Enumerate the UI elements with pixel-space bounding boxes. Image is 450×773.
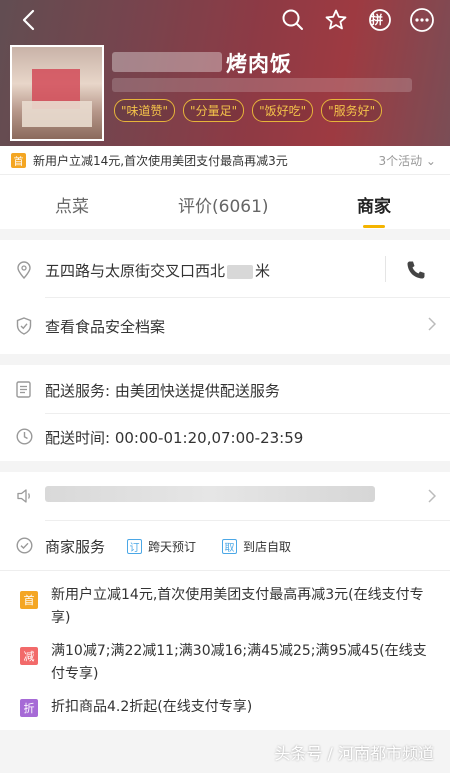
promo-strip[interactable]: 首 新用户立减14元,首次使用美团支付最高再减3元 3个活动 ⌄ [0,146,450,174]
activity-badge: 折 [20,699,38,717]
delivery-time-row: 配送时间: 00:00-01:20,07:00-23:59 [0,413,450,461]
phone-icon[interactable] [406,260,426,284]
address-prefix: 五四路与太原街交叉口西北 [45,262,226,280]
store-name: 烤肉饭 [226,52,292,76]
store-subtitle-redacted [112,78,412,92]
address-text: 五四路与太原街交叉口西北 米 [45,260,270,281]
activity-item: 减 满10减7;满22减11;满30减16;满45减25;满95减45(在线支付… [0,638,450,686]
delivery-time-text: 配送时间: 00:00-01:20,07:00-23:59 [45,429,304,447]
location-pin-icon [16,261,32,283]
delivery-section: 配送服务: 由美团快送提供配送服务 配送时间: 00:00-01:20,07:0… [0,365,450,461]
address-redacted [227,264,254,279]
service-pickup: 取 到店自取 [222,538,291,555]
review-tag: "饭好吃" [252,99,314,122]
back-icon[interactable] [14,6,42,34]
group-order-label: 拼 [371,13,384,27]
service-preorder: 订 跨天预订 [127,538,196,555]
food-safety-row[interactable]: 查看食品安全档案 [0,297,450,354]
chevron-right-icon [428,316,437,335]
activity-badge: 减 [20,647,38,665]
tab-menu[interactable]: 点菜 [55,192,89,217]
merchant-info-section: 商家服务 订 跨天预订 取 到店自取 首 新用户立减14元,首次使用美团支付最高… [0,472,450,730]
activity-text: 新用户立减14元,首次使用美团支付最高再减3元(在线支付专享) [51,587,424,626]
delivery-service-text: 配送服务: 由美团快送提供配送服务 [45,382,280,400]
watermark: 头条号 / 河南都市频道 [274,744,434,763]
activity-badge: 首 [20,591,38,609]
top-bar: 拼 [0,0,450,40]
service-badge: 订 [127,539,142,554]
favorite-star-icon[interactable] [322,6,350,34]
address-row[interactable]: 五四路与太原街交叉口西北 米 [0,240,450,297]
tab-bar: 点菜 评价(6061) 商家 [0,174,450,229]
clock-icon [16,428,33,449]
speaker-icon [16,488,34,508]
service-label: 跨天预订 [148,540,197,554]
row-separator [385,256,386,282]
store-name-redacted [112,52,222,72]
active-tab-indicator [363,225,385,228]
review-tag: "分量足" [183,99,245,122]
more-icon[interactable] [408,6,436,34]
group-order-icon[interactable]: 拼 [366,6,394,34]
document-icon [16,381,31,402]
search-icon[interactable] [279,6,307,34]
review-tag: "味道赞" [114,99,176,122]
store-header: 拼 烤肉饭 "味道赞" "分量足" "饭好吃" "服务好" [0,0,450,146]
promo-badge: 首 [11,153,26,168]
check-circle-icon [16,537,33,558]
announcement-row[interactable] [0,472,450,520]
shield-icon [16,317,32,339]
review-tag: "服务好" [321,99,383,122]
food-safety-text: 查看食品安全档案 [45,318,166,336]
activity-item: 首 新用户立减14元,首次使用美团支付最高再减3元(在线支付专享) [0,582,450,630]
delivery-service-row: 配送服务: 由美团快送提供配送服务 [0,365,450,413]
promo-text: 新用户立减14元,首次使用美团支付最高再减3元 [33,154,288,168]
activity-text: 折扣商品4.2折起(在线支付专享) [51,699,253,715]
tab-reviews[interactable]: 评价(6061) [178,192,269,217]
merchant-services-row: 商家服务 订 跨天预订 取 到店自取 [0,520,450,570]
tab-merchant[interactable]: 商家 [357,192,391,217]
address-suffix: 米 [255,262,271,280]
merchant-services-label: 商家服务 [45,538,106,556]
activity-text: 满10减7;满22减11;满30减16;满45减25;满95减45(在线支付专享… [51,643,427,682]
activity-item: 折 折扣商品4.2折起(在线支付专享) [0,694,450,724]
activity-count[interactable]: 3个活动 ⌄ [378,152,436,169]
chevron-right-icon [428,488,437,507]
service-label: 到店自取 [243,540,292,554]
divider [0,570,450,571]
location-section: 五四路与太原街交叉口西北 米 查看食品安全档案 [0,240,450,354]
announcement-redacted [45,486,375,502]
review-tags: "味道赞" "分量足" "饭好吃" "服务好" [114,99,383,122]
store-logo [10,45,104,141]
service-badge: 取 [222,539,237,554]
